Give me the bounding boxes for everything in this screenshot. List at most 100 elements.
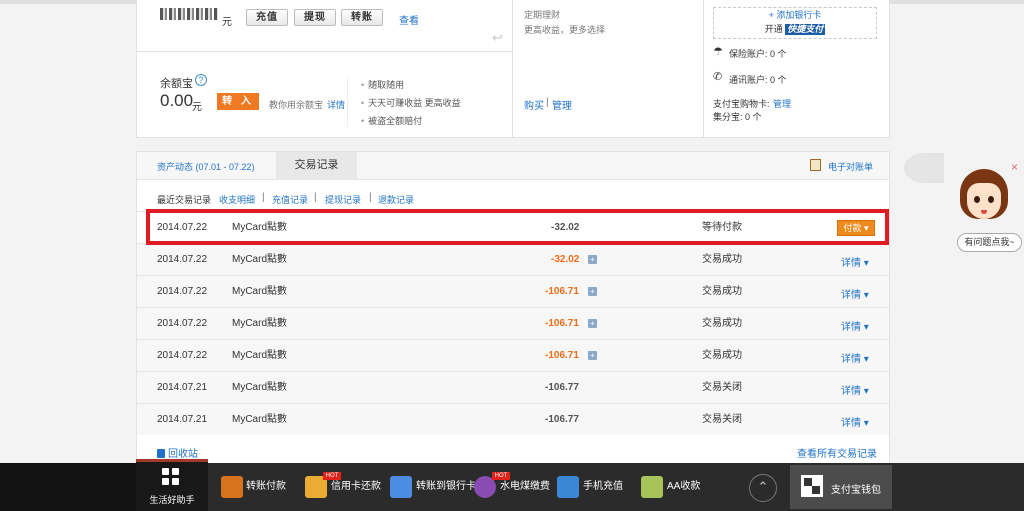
tab-trade-records[interactable]: 交易记录 <box>276 152 357 180</box>
detail-link[interactable]: 详情 ▾ <box>841 414 869 429</box>
taskbar-transfer-to-bank[interactable]: 转账到银行卡 <box>416 463 476 511</box>
transaction-status: 交易成功 <box>702 254 742 265</box>
insurance-account[interactable]: 保险账户: 0 个 <box>729 47 787 60</box>
transaction-date: 2014.07.21 <box>157 414 208 425</box>
help-icon[interactable]: ? <box>195 74 207 86</box>
table-row: 2014.07.22 MyCard點數 -106.71 交易成功 + 详情 ▾ <box>137 339 889 371</box>
jifenbao[interactable]: 集分宝: 0 个 <box>713 110 762 123</box>
withdraw-records-link[interactable]: 提现记录 <box>325 193 361 206</box>
expand-icon[interactable]: + <box>588 255 597 264</box>
recharge-records-link[interactable]: 充值记录 <box>272 193 308 206</box>
detail-link[interactable]: 详情 ▾ <box>841 286 869 301</box>
detail-link[interactable]: 详情 ▾ <box>841 318 869 333</box>
phone-recharge-icon <box>557 476 579 498</box>
wallet-button[interactable]: 支付宝钱包 <box>790 465 892 509</box>
transfer-in-button[interactable]: 转 入 <box>217 93 259 110</box>
detail-link[interactable]: 详情 ▾ <box>841 382 869 397</box>
umbrella-icon: ☂ <box>713 46 723 58</box>
all-records-link[interactable]: 查看所有交易记录 <box>797 445 877 460</box>
wallet-label: 支付宝钱包 <box>831 485 881 496</box>
recycle-bin-link[interactable]: 回收站 <box>157 445 198 460</box>
table-row: 2014.07.22 MyCard點數 -106.71 交易成功 + 详情 ▾ <box>137 275 889 307</box>
avatar-eye <box>974 196 980 203</box>
table-row: 2014.07.22 MyCard點數 -106.71 交易成功 + 详情 ▾ <box>137 307 889 339</box>
transaction-date: 2014.07.22 <box>157 350 208 361</box>
transfer-payment-icon <box>221 476 243 498</box>
transaction-amount: -106.71 <box>545 350 579 361</box>
transaction-date: 2014.07.21 <box>157 382 208 393</box>
close-icon[interactable]: × <box>1011 160 1018 174</box>
transaction-name: MyCard點數 <box>232 286 288 297</box>
open-text: 开通 <box>764 24 783 34</box>
help-bubble[interactable]: 有问题点我~ <box>957 233 1022 252</box>
taskbar-credit-repay[interactable]: 信用卡还款 <box>331 463 381 511</box>
yuebao-detail-link[interactable]: 详情 <box>327 98 345 111</box>
taskbar-aa-collect[interactable]: AA收款 <box>667 463 700 511</box>
quickpay-badge: 快捷支付 <box>785 24 826 35</box>
transaction-date: 2014.07.22 <box>157 286 208 297</box>
transaction-name: MyCard點數 <box>232 254 288 265</box>
floating-helper-tab[interactable] <box>904 153 944 183</box>
life-helper-label: 生活好助手 <box>149 495 195 505</box>
transaction-status: 交易成功 <box>702 350 742 361</box>
yuebao-amount: 0.00 <box>160 91 194 110</box>
transaction-name: MyCard點數 <box>232 350 288 361</box>
small-divider <box>347 77 348 127</box>
masked-balance <box>160 8 218 20</box>
expand-icon[interactable]: + <box>588 287 597 296</box>
transaction-date: 2014.07.22 <box>157 254 208 265</box>
add-bank-card-link[interactable]: + 添加银行卡 <box>714 8 876 22</box>
table-row: 2014.07.21 MyCard點數 -106.77 交易关闭 详情 ▾ <box>137 403 889 435</box>
view-link[interactable]: 查看 <box>399 12 419 27</box>
column-divider <box>703 0 704 138</box>
yuebao-features: 随取随用 天天可赚收益 更高收益 被盗全额赔付 <box>361 79 461 133</box>
transaction-status: 交易关闭 <box>702 382 742 393</box>
taskbar-transfer-payment[interactable]: 转账付款 <box>246 463 286 511</box>
manage-link[interactable]: 管理 <box>552 97 572 112</box>
transaction-amount: -106.77 <box>545 414 579 425</box>
expand-icon[interactable]: + <box>588 319 597 328</box>
phone-icon: ✆ <box>713 71 723 83</box>
bill-icon <box>810 159 821 171</box>
quickpay-line: 开通 快捷支付 <box>714 22 876 36</box>
transaction-date: 2014.07.22 <box>157 318 208 329</box>
table-row: 2014.07.22 MyCard點數 -32.02 交易成功 + 详情 ▾ <box>137 243 889 275</box>
taskbar-phone-recharge[interactable]: 手机充值 <box>583 463 623 511</box>
aa-collect-icon <box>641 476 663 498</box>
reply-icon: ↩ <box>492 30 503 45</box>
withdraw-button[interactable]: 提现 <box>294 9 336 26</box>
balance-unit: 元 <box>222 17 232 28</box>
investment-desc: 更高收益，更多选择 <box>524 25 606 35</box>
qr-code-icon <box>801 475 823 497</box>
shopping-card-manage[interactable]: 管理 <box>773 97 791 110</box>
scroll-up-icon[interactable]: ⌃ <box>749 474 777 502</box>
separator: | <box>369 192 372 203</box>
refund-records-link[interactable]: 退款记录 <box>378 193 414 206</box>
asset-tab[interactable]: 资产动态 (07.01 - 07.22) <box>157 160 255 173</box>
transaction-amount: -32.02 <box>551 254 580 265</box>
transaction-status: 交易成功 <box>702 318 742 329</box>
transaction-amount: -106.77 <box>545 382 579 393</box>
yuebao-title: 余额宝 <box>160 78 193 90</box>
recharge-button[interactable]: 充值 <box>246 9 288 26</box>
buy-link[interactable]: 购买 <box>524 97 544 112</box>
investment-title: 定期理财 <box>524 10 561 20</box>
separator: | <box>546 97 549 108</box>
avatar-eye <box>988 196 994 203</box>
trash-icon <box>157 449 165 458</box>
transaction-name: MyCard點數 <box>232 382 288 393</box>
transaction-status: 交易成功 <box>702 286 742 297</box>
transfer-button[interactable]: 转账 <box>341 9 383 26</box>
yuebao-unit: 元 <box>192 102 202 113</box>
communication-account[interactable]: 通讯账户: 0 个 <box>729 73 787 86</box>
feature-item: 被盗全额赔付 <box>361 115 461 133</box>
e-statement-link[interactable]: 电子对账单 <box>828 160 873 173</box>
avatar[interactable] <box>960 169 1008 227</box>
transaction-name: MyCard點數 <box>232 414 288 425</box>
expand-icon[interactable]: + <box>588 351 597 360</box>
detail-link[interactable]: 详情 ▾ <box>841 254 869 269</box>
taskbar-utilities[interactable]: 水电煤缴费 <box>500 463 550 511</box>
add-bank-card-box[interactable]: + 添加银行卡 开通 快捷支付 <box>713 7 877 39</box>
detail-link[interactable]: 详情 ▾ <box>841 350 869 365</box>
income-details-link[interactable]: 收支明细 <box>219 193 255 206</box>
